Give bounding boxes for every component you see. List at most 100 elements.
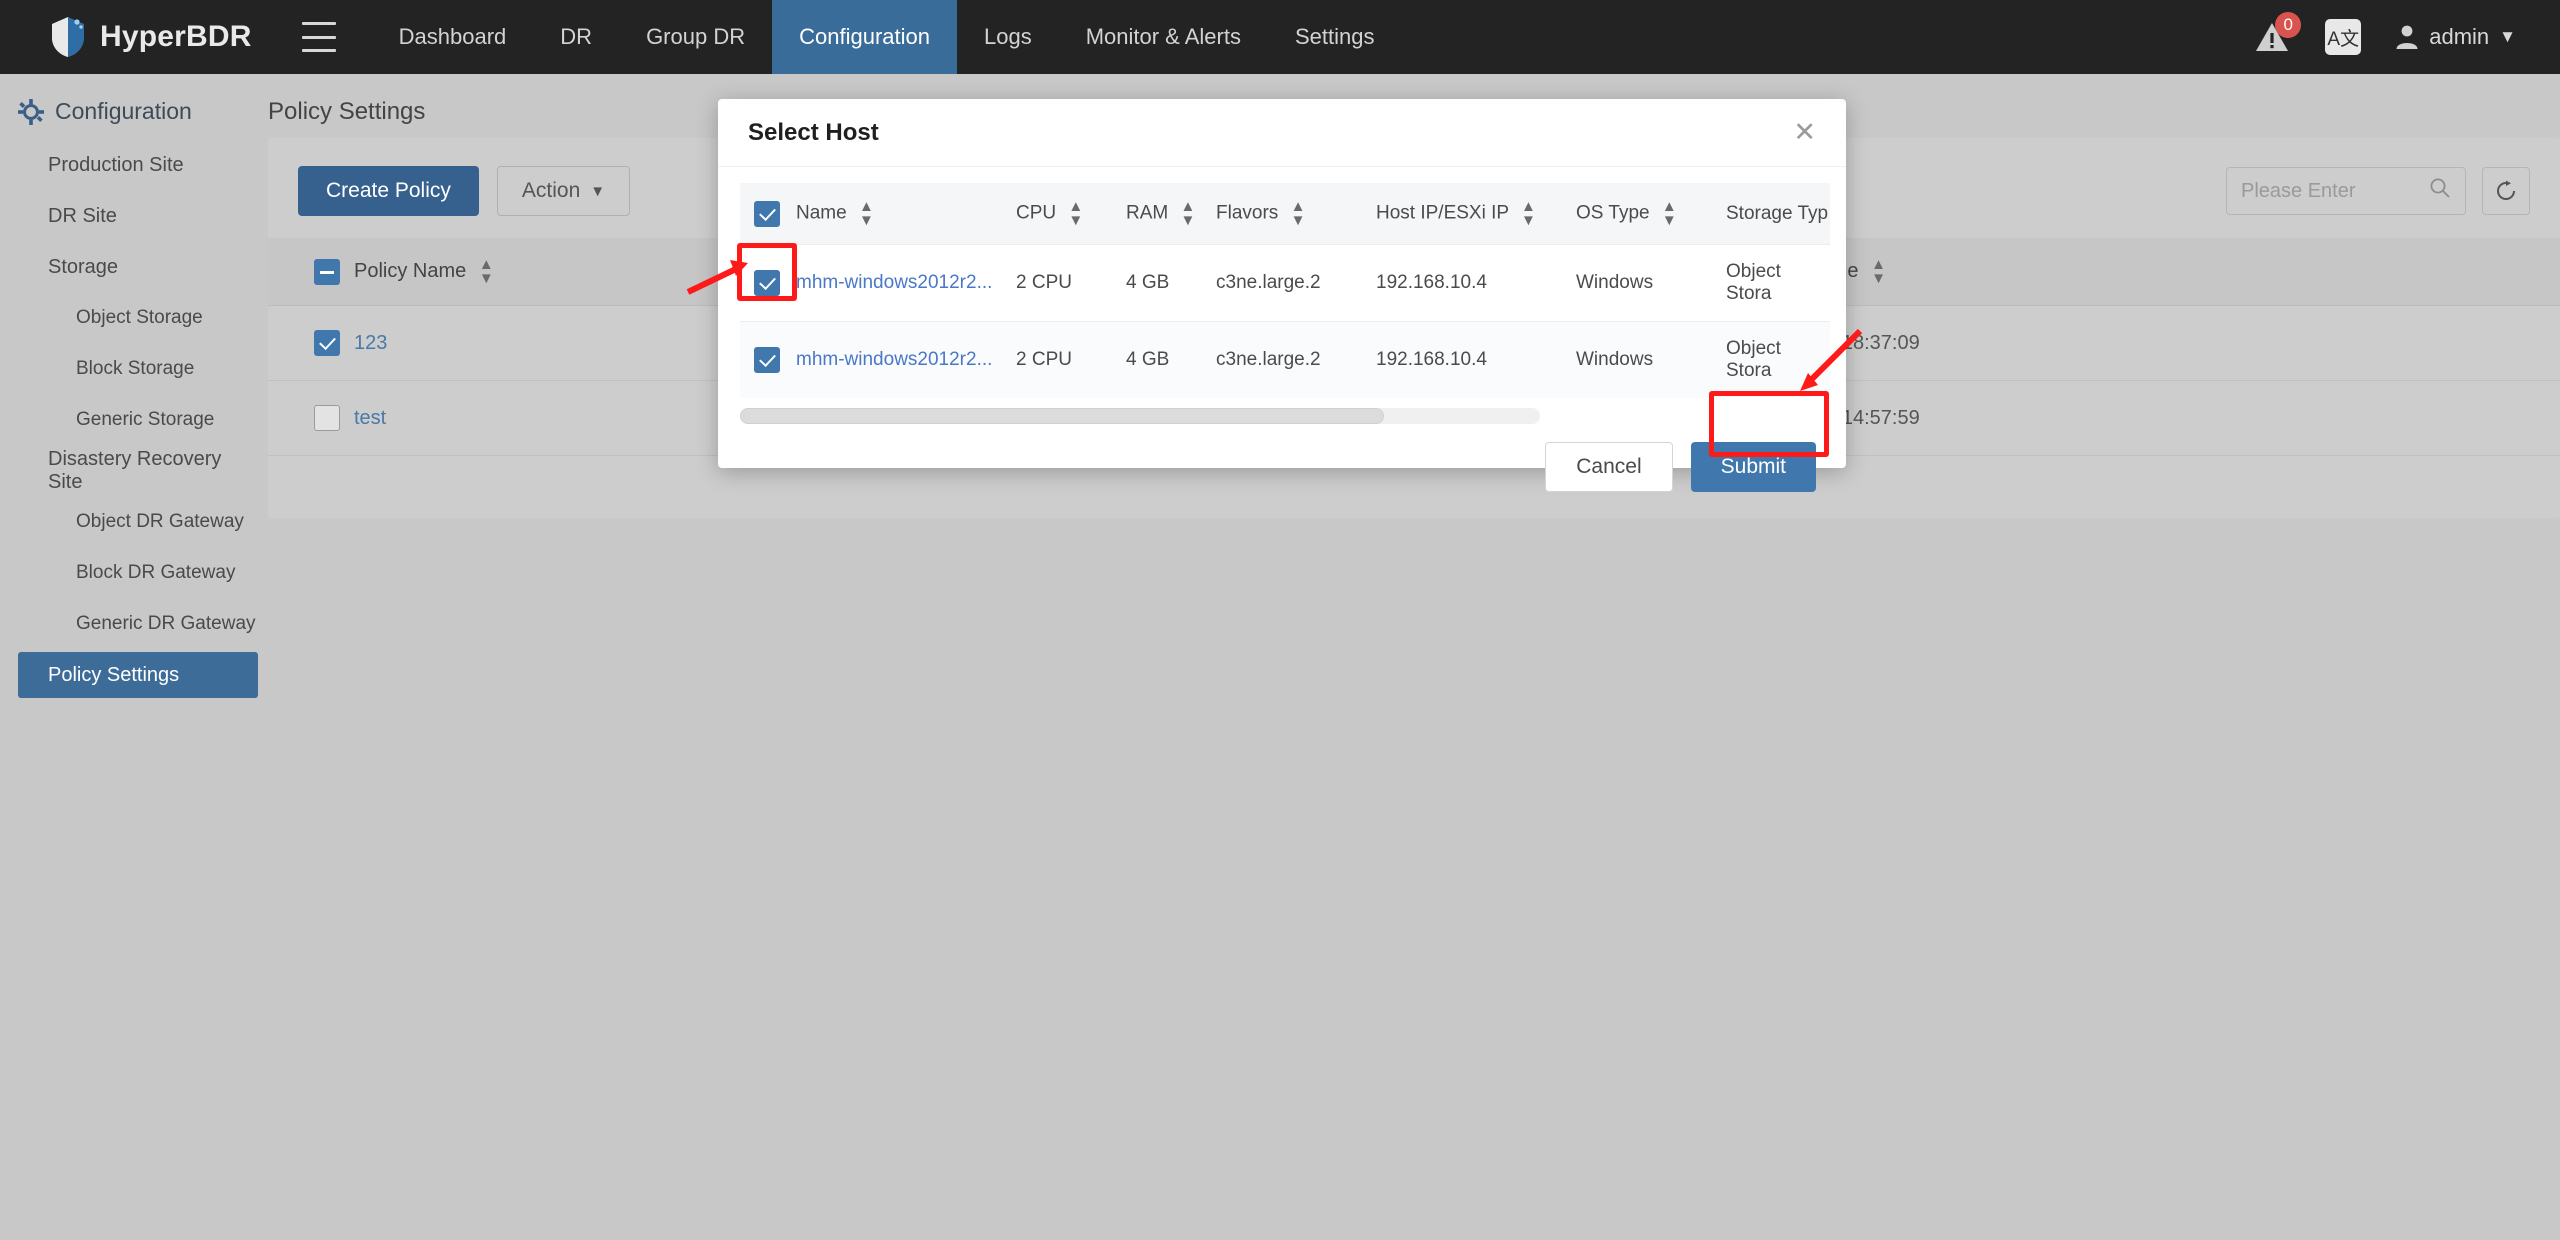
- row-checkbox-cell: [268, 305, 354, 381]
- alert-warning-icon[interactable]: 0: [2253, 12, 2302, 56]
- create-policy-button[interactable]: Create Policy: [298, 166, 479, 216]
- host-header-ram[interactable]: RAM ▲ ▼: [1126, 183, 1216, 245]
- modal-body: Name ▲ ▼ CPU ▲ ▼ RAM ▲ ▼ Flavors ▲ ▼ Hos…: [718, 167, 1846, 424]
- host-flavors: c3ne.large.2: [1216, 244, 1376, 322]
- sidebar-item-disaster-recovery-site[interactable]: Disastery Recovery Site: [0, 448, 258, 494]
- host-ip: 192.168.10.4: [1376, 244, 1576, 322]
- sidebar-item-block-storage[interactable]: Block Storage: [0, 346, 258, 392]
- policy-header-creation-time[interactable]: Creation Time ▲▼: [1734, 238, 2560, 306]
- gear-icon: [18, 98, 44, 125]
- host-cpu: 2 CPU: [1016, 244, 1126, 322]
- nav-item-settings[interactable]: Settings: [1268, 0, 1402, 74]
- search-icon[interactable]: [2429, 177, 2451, 205]
- nav-item-monitor-alerts[interactable]: Monitor & Alerts: [1059, 0, 1268, 74]
- user-avatar-icon: [2396, 25, 2418, 49]
- host-header-checkbox-cell: [740, 183, 796, 245]
- nav-items: Dashboard DR Group DR Configuration Logs…: [372, 0, 1402, 74]
- host-header-os-type[interactable]: OS Type ▲ ▼: [1576, 183, 1726, 245]
- hamburger-icon[interactable]: [301, 22, 336, 52]
- sidebar-item-dr-site[interactable]: DR Site: [0, 193, 258, 239]
- action-label: Action: [521, 179, 581, 202]
- host-table-header-row: Name ▲ ▼ CPU ▲ ▼ RAM ▲ ▼ Flavors ▲ ▼ Hos…: [740, 183, 1830, 245]
- chevron-down-icon: ▼: [2499, 27, 2516, 46]
- sort-icon[interactable]: ▲▼: [1521, 199, 1536, 227]
- host-name-label: mhm-windows2012r2...: [796, 348, 993, 370]
- host-table: Name ▲ ▼ CPU ▲ ▼ RAM ▲ ▼ Flavors ▲ ▼ Hos…: [740, 183, 1830, 398]
- host-row-checkbox-cell: [740, 321, 796, 398]
- brand-name: HyperBDR: [100, 20, 252, 53]
- table-row[interactable]: mhm-windows2012r2... 2 CPU 4 GB c3ne.lar…: [740, 244, 1830, 322]
- sidebar-item-generic-dr-gateway[interactable]: Generic DR Gateway: [0, 601, 258, 647]
- row-checkbox-cell: [268, 380, 354, 456]
- host-row-checkbox[interactable]: [754, 270, 780, 296]
- sidebar-item-storage[interactable]: Storage: [0, 244, 258, 290]
- host-ram: 4 GB: [1126, 321, 1216, 398]
- host-name-link[interactable]: mhm-windows2012r2...: [796, 244, 1016, 322]
- sort-icon[interactable]: ▲▼: [1181, 199, 1196, 227]
- language-translate-icon[interactable]: A文: [2325, 19, 2362, 55]
- host-cpu: 2 CPU: [1016, 321, 1126, 398]
- host-header-flavors[interactable]: Flavors ▲ ▼: [1216, 183, 1376, 245]
- host-name-link[interactable]: mhm-windows2012r2...: [796, 321, 1016, 398]
- scrollbar-thumb[interactable]: [740, 408, 1384, 424]
- host-header-flavors-label: Flavors: [1216, 202, 1279, 224]
- nav-item-group-dr[interactable]: Group DR: [619, 0, 772, 74]
- host-header-storage-type[interactable]: Storage Typ: [1726, 183, 1830, 245]
- modal-header: Select Host ✕: [718, 99, 1846, 167]
- sidebar-item-object-dr-gateway[interactable]: Object DR Gateway: [0, 499, 258, 545]
- host-storage-type: Object Stora: [1726, 321, 1830, 398]
- modal-footer: Cancel Submit: [718, 424, 1846, 492]
- host-os-type: Windows: [1576, 244, 1726, 322]
- host-ram: 4 GB: [1126, 244, 1216, 322]
- chevron-down-icon: ▼: [590, 182, 606, 200]
- row-checkbox[interactable]: [314, 330, 340, 356]
- search-input[interactable]: [2241, 179, 2421, 203]
- top-navigation-bar: HyperBDR Dashboard DR Group DR Configura…: [0, 0, 2560, 74]
- cancel-button[interactable]: Cancel: [1545, 442, 1673, 492]
- nav-item-logs[interactable]: Logs: [957, 0, 1059, 74]
- sort-icon[interactable]: ▲▼: [1871, 257, 1886, 285]
- sort-icon[interactable]: ▲▼: [859, 199, 874, 227]
- policy-header-checkbox-cell: [268, 238, 354, 306]
- user-menu[interactable]: admin ▼: [2395, 24, 2516, 50]
- sort-icon[interactable]: ▲▼: [1291, 199, 1306, 227]
- sidebar-item-production-site[interactable]: Production Site: [0, 142, 258, 188]
- alert-count-badge: 0: [2275, 12, 2302, 38]
- host-os-type: Windows: [1576, 321, 1726, 398]
- horizontal-scrollbar[interactable]: [740, 408, 1540, 424]
- host-header-cpu[interactable]: CPU ▲ ▼: [1016, 183, 1126, 245]
- nav-item-dr[interactable]: DR: [533, 0, 619, 74]
- sidebar-item-block-dr-gateway[interactable]: Block DR Gateway: [0, 550, 258, 596]
- host-header-ram-label: RAM: [1126, 202, 1169, 224]
- host-row-checkbox[interactable]: [754, 347, 780, 373]
- nav-item-dashboard[interactable]: Dashboard: [372, 0, 534, 74]
- sidebar-item-generic-storage[interactable]: Generic Storage: [0, 397, 258, 443]
- select-host-modal: Select Host ✕ Name ▲ ▼ CPU ▲ ▼ RAM ▲ ▼ F…: [718, 99, 1846, 492]
- host-row-checkbox-cell: [740, 244, 796, 322]
- action-dropdown-button[interactable]: Action ▼: [496, 166, 631, 216]
- row-checkbox[interactable]: [314, 405, 340, 431]
- host-header-cpu-label: CPU: [1016, 202, 1057, 224]
- sidebar-item-policy-settings[interactable]: Policy Settings: [18, 652, 258, 698]
- table-row[interactable]: mhm-windows2012r2... 2 CPU 4 GB c3ne.lar…: [740, 321, 1830, 398]
- sort-icon[interactable]: ▲▼: [479, 257, 494, 285]
- sidebar: Configuration Production Site DR Site St…: [0, 74, 268, 1240]
- host-header-name[interactable]: Name ▲ ▼: [796, 183, 1016, 245]
- sort-icon[interactable]: ▲▼: [1068, 199, 1083, 227]
- close-icon[interactable]: ✕: [1793, 119, 1816, 146]
- search-box[interactable]: [2226, 167, 2466, 215]
- select-all-checkbox[interactable]: [314, 258, 340, 285]
- sort-icon[interactable]: ▲▼: [1662, 199, 1677, 227]
- host-flavors: c3ne.large.2: [1216, 321, 1376, 398]
- nav-item-configuration[interactable]: Configuration: [772, 0, 957, 74]
- shield-logo-icon: [48, 15, 88, 59]
- sidebar-item-object-storage[interactable]: Object Storage: [0, 295, 258, 341]
- host-select-all-checkbox[interactable]: [754, 200, 780, 227]
- submit-button[interactable]: Submit: [1690, 442, 1816, 492]
- refresh-button[interactable]: [2482, 167, 2530, 215]
- brand-logo-area[interactable]: HyperBDR: [48, 15, 252, 59]
- host-ip: 192.168.10.4: [1376, 321, 1576, 398]
- host-header-host-ip[interactable]: Host IP/ESXi IP ▲ ▼: [1376, 183, 1576, 245]
- user-name-label: admin: [2429, 24, 2490, 49]
- host-header-os-type-label: OS Type: [1576, 202, 1650, 224]
